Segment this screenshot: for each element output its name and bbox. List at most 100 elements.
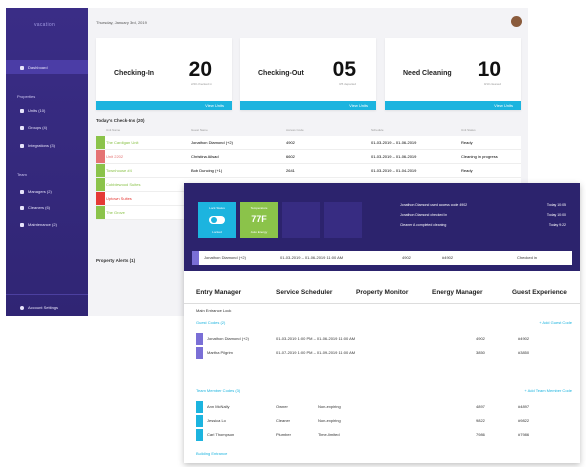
cell-code: 4897 bbox=[476, 404, 485, 409]
cell-unit: The Cardigan Unit bbox=[106, 140, 139, 145]
cell-code: 4902 bbox=[476, 336, 485, 341]
temperature-tile[interactable]: Temperature 77F Auto Energy bbox=[240, 202, 278, 238]
card-value: 05 bbox=[332, 58, 356, 81]
cell-schedule: 01-03-2019 – 01-04-2019 bbox=[371, 168, 417, 173]
cell-code: 9822 bbox=[476, 418, 485, 423]
card-sub: 0/5 departed bbox=[339, 82, 356, 86]
cell-schedule: Non-expiring bbox=[318, 418, 341, 423]
tab-entry-manager[interactable]: Entry Manager bbox=[196, 289, 241, 296]
status-strip bbox=[96, 178, 105, 191]
sidebar-section-properties: Properties bbox=[17, 94, 36, 99]
status-strip bbox=[96, 164, 105, 177]
card-label: Checking-In bbox=[114, 70, 155, 77]
checking-out-card: Checking-Out 05 0/5 departed View Units bbox=[240, 38, 376, 110]
cell-dates: 01-07-2019 1:00 PM – 01-09-2019 11:00 AM bbox=[276, 350, 356, 355]
avatar[interactable] bbox=[511, 16, 522, 27]
view-units-button[interactable]: View Units bbox=[240, 101, 376, 110]
temperature-value: 77F bbox=[251, 214, 267, 224]
person-icon bbox=[20, 189, 24, 194]
row-accent bbox=[196, 415, 203, 427]
add-team-code-button[interactable]: + Add Team Member Code bbox=[524, 388, 572, 393]
cell-code: 4902 bbox=[286, 140, 295, 145]
building-entrance-link[interactable]: Building Entrance bbox=[196, 451, 227, 456]
panel-tabs: Entry Manager Service Scheduler Property… bbox=[184, 285, 580, 304]
sidebar-item-groups[interactable]: Groups (4) bbox=[20, 125, 47, 130]
sidebar: vacation Dashboard Properties Units (10)… bbox=[6, 8, 88, 316]
grid-icon bbox=[20, 65, 24, 70]
table-row[interactable]: The Cardigan Unit Jonathon Diamond (+2) 49… bbox=[96, 136, 521, 150]
row-accent bbox=[196, 429, 203, 441]
sidebar-item-integrations[interactable]: Integrations (3) bbox=[20, 143, 55, 148]
add-guest-code-button[interactable]: + Add Guest Code bbox=[539, 320, 572, 325]
cell-name: Carl Thompson bbox=[207, 432, 235, 437]
status-strip bbox=[96, 192, 105, 205]
card-label: Checking-Out bbox=[258, 70, 304, 77]
card-sub: 2/20 checked in bbox=[190, 82, 212, 86]
team-code-row[interactable]: Carl Thompson Plumber Time-limited 7986 #798… bbox=[196, 429, 574, 441]
cell-code: 6602 bbox=[286, 154, 295, 159]
row-accent bbox=[196, 333, 203, 345]
table-row[interactable]: Unit 2202 Christina Ailsad 6602 01-03-2019 … bbox=[96, 150, 521, 164]
sidebar-item-units[interactable]: Units (10) bbox=[20, 108, 45, 113]
view-units-button[interactable]: View Units bbox=[385, 101, 521, 110]
sidebar-item-managers[interactable]: Managers (2) bbox=[20, 189, 52, 194]
card-value: 10 bbox=[477, 58, 501, 81]
card-value: 20 bbox=[188, 58, 212, 81]
cell-code2: #3850 bbox=[518, 350, 530, 355]
cell-dates: 01-03-2019 1:00 PM – 01-06-2019 11:00 AM bbox=[276, 336, 356, 341]
sidebar-item-cleaners[interactable]: Cleaners (6) bbox=[20, 205, 50, 210]
team-codes-title[interactable]: Team Member Codes (3) bbox=[196, 388, 240, 393]
cell-code: 2641 bbox=[286, 168, 295, 173]
activity-feed: Jonathon Diamond used access code 4902 To… bbox=[400, 203, 572, 233]
activity-item: Cleaner A completed cleaning Today 9:22 bbox=[400, 223, 566, 227]
cell-schedule: 01-03-2019 – 01-06-2019 bbox=[371, 154, 417, 159]
tile-placeholder bbox=[282, 202, 320, 238]
unit-detail-panel: Lock Status Locked Temperature 77F Auto … bbox=[184, 183, 580, 463]
tab-guest-experience[interactable]: Guest Experience bbox=[512, 289, 567, 296]
guest-code-row[interactable]: Martha Pilgrim 01-07-2019 1:00 PM – 01-09… bbox=[196, 347, 574, 359]
current-guest-row[interactable]: Jonathon Diamond (+2) 01-03-2019 – 01-06… bbox=[192, 251, 572, 265]
checking-in-card: Checking-In 20 2/20 checked in View Unit… bbox=[96, 38, 232, 110]
view-units-button[interactable]: View Units bbox=[96, 101, 232, 110]
cell-guest: Bob Duncing (+1) bbox=[191, 168, 223, 173]
status-strip bbox=[96, 150, 105, 163]
row-accent bbox=[196, 401, 203, 413]
cell-role: Cleaner bbox=[276, 418, 291, 423]
current-date: Thursday, January 3rd, 2019 bbox=[96, 20, 147, 25]
tab-energy-manager[interactable]: Energy Manager bbox=[432, 289, 483, 296]
cell-unit: Cobblewood Suites bbox=[106, 182, 141, 187]
wrench-icon bbox=[20, 222, 24, 227]
tab-property-monitor[interactable]: Property Monitor bbox=[356, 289, 408, 296]
cell-status: Ready bbox=[461, 140, 473, 145]
cell-unit: The Grove bbox=[106, 210, 125, 215]
cell-code2: #4902 bbox=[518, 336, 530, 341]
lock-status-tile[interactable]: Lock Status Locked bbox=[198, 202, 236, 238]
checkins-title: Today's Check-Ins (20) bbox=[96, 118, 145, 123]
tile-placeholder bbox=[324, 202, 362, 238]
table-row[interactable]: Townhouse #4 Bob Duncing (+1) 2641 01-03-20… bbox=[96, 164, 521, 178]
cell-role: Owner bbox=[276, 404, 288, 409]
plug-icon bbox=[20, 143, 24, 148]
activity-item: Jonathon Diamond used access code 4902 To… bbox=[400, 203, 566, 207]
cell-name: Jessica Lo bbox=[207, 418, 226, 423]
cell-code: 7986 bbox=[476, 432, 485, 437]
row-accent bbox=[192, 251, 199, 265]
cell-status: Ready bbox=[461, 168, 473, 173]
cell-unit: Townhouse #4 bbox=[106, 168, 132, 173]
status-strip bbox=[96, 136, 105, 149]
guest-code-row[interactable]: Jonathon Diamond (+2) 01-03-2019 1:00 PM … bbox=[196, 333, 574, 345]
cell-guest: Christina Ailsad bbox=[191, 154, 219, 159]
card-label: Need Cleaning bbox=[403, 70, 452, 77]
cell-code2: #4897 bbox=[518, 404, 530, 409]
card-sub: 0/10 cleaned bbox=[483, 82, 501, 86]
guest-codes-title[interactable]: Guest Codes (2) bbox=[196, 320, 225, 325]
team-code-row[interactable]: Jessica Lo Cleaner Non-expiring 9822 #9822 bbox=[196, 415, 574, 427]
sidebar-section-team: Team bbox=[17, 172, 27, 177]
cell-code2: #7986 bbox=[518, 432, 530, 437]
team-code-row[interactable]: Ann McNally Owner Non-expiring 4897 #4897 bbox=[196, 401, 574, 413]
account-settings-link[interactable]: Account Settings bbox=[20, 305, 58, 310]
sidebar-item-maintenance[interactable]: Maintenance (2) bbox=[20, 222, 57, 227]
tab-service-scheduler[interactable]: Service Scheduler bbox=[276, 289, 332, 296]
lock-toggle[interactable] bbox=[209, 216, 225, 224]
sidebar-item-dashboard-label[interactable]: Dashboard bbox=[20, 65, 48, 70]
